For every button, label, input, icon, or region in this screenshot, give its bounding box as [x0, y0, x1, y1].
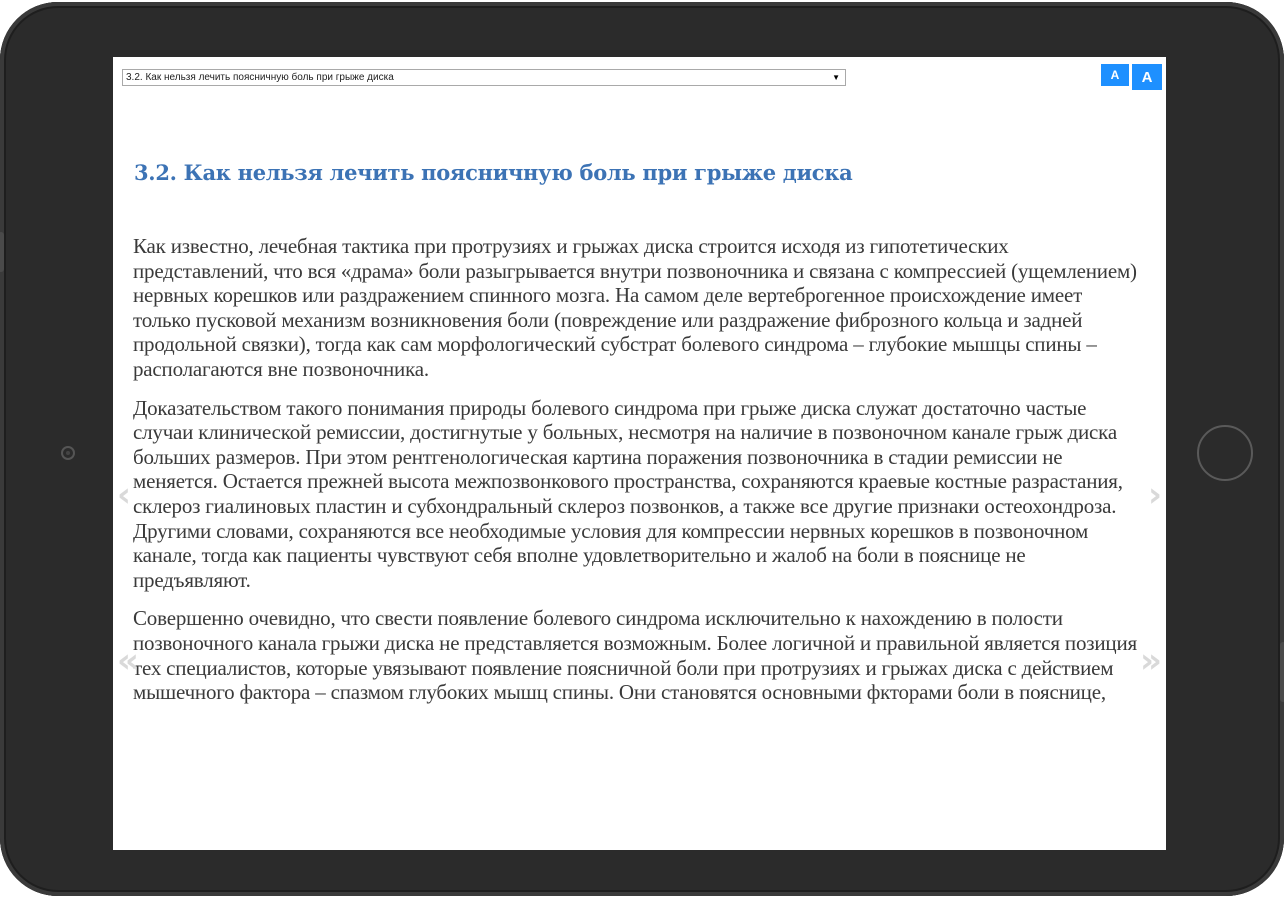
chevron-down-icon: ▼ — [832, 73, 840, 82]
chapter-select-value: 3.2. Как нельзя лечить поясничную боль п… — [126, 72, 394, 83]
home-button[interactable] — [1197, 425, 1253, 481]
paragraph: Как известно, лечебная тактика при протр… — [133, 234, 1137, 381]
font-size-controls: A A — [1101, 64, 1162, 90]
chapter-body: Как известно, лечебная тактика при протр… — [133, 234, 1143, 719]
paragraph: Доказательством такого понимания природы… — [133, 395, 1123, 592]
tablet-side-button — [1280, 642, 1284, 702]
camera-icon — [61, 446, 75, 460]
prev-page-icon[interactable]: ‹ — [117, 475, 131, 515]
decrease-font-button[interactable]: A — [1101, 64, 1129, 86]
increase-font-button[interactable]: A — [1132, 64, 1162, 90]
prev-chapter-icon[interactable]: « — [117, 641, 139, 681]
tablet-side-button — [0, 232, 4, 272]
reader-screen: 3.2. Как нельзя лечить поясничную боль п… — [113, 57, 1166, 850]
next-page-icon[interactable]: › — [1148, 475, 1162, 515]
chapter-select[interactable]: 3.2. Как нельзя лечить поясничную боль п… — [122, 69, 846, 86]
next-chapter-icon[interactable]: » — [1140, 641, 1162, 681]
chapter-title: 3.2. Как нельзя лечить поясничную боль п… — [134, 160, 853, 185]
paragraph: Совершенно очевидно, что свести появлени… — [133, 606, 1137, 705]
